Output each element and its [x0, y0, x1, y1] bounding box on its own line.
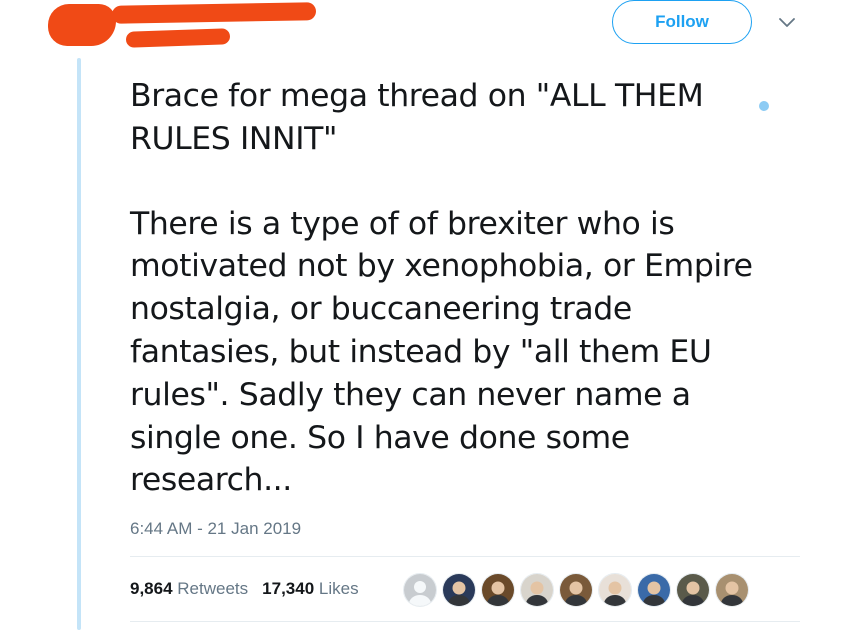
likes-label: Likes — [318, 579, 359, 598]
tweet-paragraph: Brace for mega thread on "ALL THEM RULES… — [130, 78, 704, 157]
retweets-count: 9,864 — [130, 579, 173, 598]
follow-button[interactable]: Follow — [612, 0, 752, 44]
tweet-stats: 9,864 Retweets 17,340 Likes — [130, 579, 359, 599]
redaction-mark — [125, 28, 231, 48]
liker-avatar[interactable] — [559, 573, 593, 607]
tweet-timestamp[interactable]: 6:44 AM - 21 Jan 2019 — [130, 519, 301, 539]
liker-avatar[interactable] — [481, 573, 515, 607]
redaction-mark — [48, 4, 116, 46]
divider — [130, 556, 800, 557]
liker-avatars — [403, 573, 749, 607]
liker-avatar[interactable] — [598, 573, 632, 607]
tweet-paragraph: There is a type of of brexiter who is mo… — [130, 205, 753, 499]
likes-stat[interactable]: 17,340 Likes — [262, 579, 358, 599]
chevron-down-icon[interactable] — [776, 12, 798, 34]
liker-avatar[interactable] — [637, 573, 671, 607]
divider — [130, 621, 800, 622]
likes-count: 17,340 — [262, 579, 315, 598]
redaction-mark — [111, 2, 317, 24]
liker-avatar[interactable] — [520, 573, 554, 607]
retweets-label: Retweets — [177, 579, 249, 598]
liker-avatar[interactable] — [676, 573, 710, 607]
liker-avatar[interactable] — [442, 573, 476, 607]
liker-avatar[interactable] — [403, 573, 437, 607]
liker-avatar[interactable] — [715, 573, 749, 607]
thread-connector-line — [77, 58, 81, 630]
tweet-text: Brace for mega thread on "ALL THEM RULES… — [130, 75, 810, 502]
retweets-stat[interactable]: 9,864 Retweets — [130, 579, 248, 599]
